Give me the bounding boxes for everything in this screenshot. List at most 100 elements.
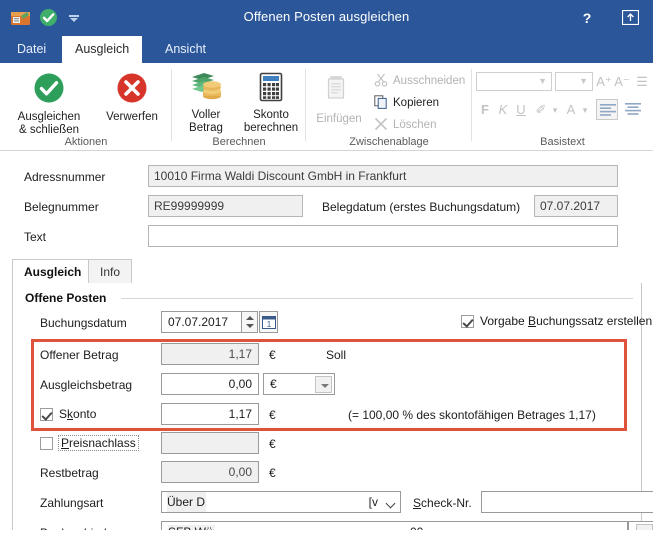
spinner-down-icon[interactable] bbox=[246, 324, 254, 328]
sub-tab-ausgleich[interactable]: Ausgleich bbox=[12, 259, 94, 284]
belegdatum-field[interactable]: 07.07.2017 bbox=[534, 195, 618, 217]
red-x-circle-icon bbox=[96, 71, 168, 108]
currency-symbol-restbetrag: € bbox=[269, 466, 276, 480]
skonto-checkbox[interactable] bbox=[40, 408, 53, 421]
label-text: Text bbox=[24, 230, 47, 244]
ribbon-display-options-icon[interactable] bbox=[619, 8, 641, 28]
label-belegdatum: Belegdatum (erstes Buchungsdatum) bbox=[322, 200, 521, 214]
skonto-percent-note: (= 100,00 % des skontofähigen Betrages 1… bbox=[348, 408, 596, 422]
buchungsdatum-field[interactable]: 07.07.2017 bbox=[161, 311, 242, 333]
ausgleichsbetrag-field[interactable]: 0,00 bbox=[161, 373, 259, 395]
adressnummer-field[interactable]: 10010 Firma Waldi Discount GmbH in Frank… bbox=[148, 165, 618, 187]
italic-icon[interactable]: K bbox=[496, 99, 510, 121]
ribbon-item-loeschen[interactable]: Löschen bbox=[374, 115, 436, 135]
window-bottom-cutoff bbox=[0, 530, 653, 538]
font-name-combo[interactable]: ▼ bbox=[476, 72, 552, 91]
group-title-offene-posten: Offene Posten bbox=[25, 291, 113, 305]
ribbon-button-label-line2: & schließen bbox=[18, 123, 80, 136]
group-title-rule bbox=[121, 298, 633, 299]
offener-betrag-field[interactable]: 1,17 bbox=[161, 343, 259, 365]
font-size-combo[interactable]: ▼ bbox=[555, 72, 593, 91]
application-window: Offenen Posten ausgleichen ? Datei Ausgl… bbox=[0, 0, 653, 538]
ausgleich-panel: Offene Posten Buchungsdatum 07.07.2017 1… bbox=[12, 283, 653, 538]
skonto-field[interactable]: 1,17 bbox=[161, 403, 259, 425]
ribbon-item-label: Ausschneiden bbox=[393, 75, 466, 87]
zahlungsart-suffix: [v bbox=[368, 495, 378, 509]
ribbon: Ausgleichen & schließen Verwerfen Aktion… bbox=[0, 63, 653, 151]
vorgabe-buchungssatz-checkbox[interactable] bbox=[461, 315, 474, 328]
skonto-label: Skonto bbox=[59, 407, 97, 421]
buchungsdatum-spinner[interactable] bbox=[242, 311, 258, 333]
currency-symbol-preisnachlass: € bbox=[269, 437, 276, 451]
ribbon-button-label-line1: Ausgleichen bbox=[17, 111, 81, 123]
currency-symbol-offener-betrag: € bbox=[269, 348, 276, 362]
currency-symbol-skonto: € bbox=[269, 408, 276, 422]
buchungsdatum-calendar-button[interactable]: 1 bbox=[259, 311, 278, 333]
ribbon-button-einfuegen[interactable]: Einfügen bbox=[308, 69, 370, 126]
ausgleichsbetrag-currency-combo[interactable]: € bbox=[263, 373, 335, 395]
chevron-down-icon: ▼ bbox=[579, 76, 588, 86]
label-scheck-nr: Scheck-Nr. bbox=[413, 496, 472, 510]
align-center-icon[interactable] bbox=[622, 99, 644, 120]
font-color-dropdown-icon[interactable]: ▾ bbox=[580, 99, 590, 121]
ribbon-group-zwischenablage: Einfügen Ausschneiden Kopieren Löschen Z… bbox=[306, 63, 472, 151]
ribbon-group-aktionen: Ausgleichen & schließen Verwerfen Aktion… bbox=[0, 63, 172, 151]
label-belegnummer: Belegnummer bbox=[24, 200, 99, 214]
svg-text:1: 1 bbox=[267, 320, 272, 329]
decrease-font-size-icon[interactable]: A⁻ bbox=[614, 74, 630, 90]
font-color-icon[interactable]: A bbox=[564, 99, 578, 121]
ribbon-button-label-line2: berechnen bbox=[243, 121, 299, 134]
text-field[interactable] bbox=[148, 225, 618, 247]
ribbon-group-berechnen: Voller Betrag Skonto berechnen Berechnen bbox=[172, 63, 306, 151]
header-form: Adressnummer 10010 Firma Waldi Discount … bbox=[0, 152, 653, 256]
vorgabe-buchungssatz-label: Vorgabe Buchungssatz erstellen bbox=[480, 314, 653, 328]
label-zahlungsart: Zahlungsart bbox=[40, 496, 104, 510]
ribbon-button-label-line1: Skonto bbox=[253, 109, 289, 121]
ribbon-item-ausschneiden[interactable]: Ausschneiden bbox=[374, 71, 465, 91]
spinner-up-icon[interactable] bbox=[246, 316, 254, 320]
restbetrag-field[interactable]: 0,00 bbox=[161, 461, 259, 483]
preisnachlass-label: Preisnachlass bbox=[58, 435, 139, 451]
ribbon-group-label-basistext: Basistext bbox=[540, 136, 585, 148]
underline-icon[interactable]: U bbox=[514, 99, 528, 121]
text-highlight-dropdown-icon[interactable]: ▾ bbox=[550, 99, 560, 121]
ribbon-button-voller-betrag[interactable]: Voller Betrag bbox=[176, 67, 236, 134]
bullet-list-icon[interactable]: ☰ bbox=[634, 74, 650, 90]
ribbon-button-verwerfen[interactable]: Verwerfen bbox=[96, 67, 168, 124]
sub-tab-info[interactable]: Info bbox=[88, 259, 133, 284]
increase-font-size-icon[interactable]: A⁺ bbox=[596, 74, 612, 90]
bold-icon[interactable]: F bbox=[478, 99, 492, 121]
ribbon-item-kopieren[interactable]: Kopieren bbox=[374, 93, 439, 113]
tab-ausgleich[interactable]: Ausgleich bbox=[62, 36, 143, 63]
tab-ansicht[interactable]: Ansicht bbox=[152, 36, 219, 63]
window-title: Offenen Posten ausgleichen bbox=[243, 9, 410, 24]
ribbon-tab-strip: Datei Ausgleich Ansicht bbox=[0, 36, 653, 63]
ribbon-group-basistext: ▼ ▼ A⁺ A⁻ ☰ F K U ✐ ▾ A ▾ Basistext bbox=[472, 63, 653, 151]
label-adressnummer: Adressnummer bbox=[24, 170, 106, 184]
text-highlight-icon[interactable]: ✐ bbox=[534, 99, 548, 121]
align-left-icon[interactable] bbox=[596, 99, 618, 120]
ribbon-button-label-line1: Voller bbox=[191, 109, 221, 121]
zahlungsart-combo[interactable]: Über D [v bbox=[161, 491, 401, 513]
ribbon-group-label-berechnen: Berechnen bbox=[212, 136, 266, 148]
ribbon-button-label-line1: Einfügen bbox=[316, 113, 362, 125]
copy-icon bbox=[374, 94, 388, 112]
tab-datei[interactable]: Datei bbox=[4, 36, 59, 63]
preisnachlass-checkbox[interactable] bbox=[40, 437, 53, 450]
chevron-down-icon[interactable] bbox=[315, 376, 332, 393]
ausgleichsbetrag-currency-value: € bbox=[270, 377, 277, 391]
sub-tab-strip: Ausgleich Info bbox=[12, 259, 642, 284]
soll-indicator: Soll bbox=[326, 348, 347, 362]
ribbon-button-label-line2: Betrag bbox=[189, 121, 223, 134]
belegnummer-field[interactable]: RE99999999 bbox=[148, 195, 303, 217]
title-bar: Offenen Posten ausgleichen ? bbox=[0, 0, 653, 36]
ribbon-button-ausgleichen-schliessen[interactable]: Ausgleichen & schließen bbox=[6, 67, 92, 136]
label-offener-betrag: Offener Betrag bbox=[40, 348, 119, 362]
scheck-nr-field[interactable] bbox=[481, 491, 653, 513]
ribbon-button-skonto-berechnen[interactable]: Skonto berechnen bbox=[236, 67, 306, 134]
preisnachlass-field[interactable] bbox=[161, 432, 259, 454]
ribbon-item-label: Löschen bbox=[393, 119, 437, 131]
ribbon-item-label: Kopieren bbox=[393, 97, 440, 109]
help-button[interactable]: ? bbox=[576, 8, 598, 28]
ribbon-button-label-line1: Verwerfen bbox=[106, 111, 158, 123]
